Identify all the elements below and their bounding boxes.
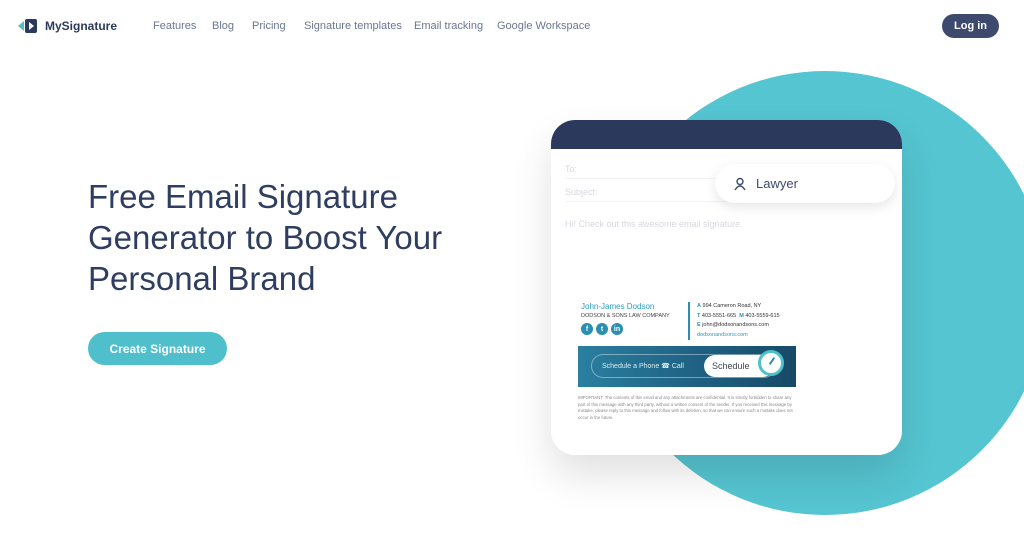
linkedin-icon: in [611, 323, 623, 335]
nav-signature-templates[interactable]: Signature templates [304, 20, 402, 32]
mobile: 403-5559-615 [745, 312, 780, 319]
user-icon [734, 177, 746, 190]
logo-icon [18, 19, 38, 33]
nav-google-workspace[interactable]: Google Workspace [497, 20, 590, 32]
twitter-icon: t [596, 323, 608, 335]
role-label: Lawyer [756, 176, 798, 191]
top-nav: MySignature Features Blog Pricing Signat… [0, 0, 1024, 52]
hero-title-line: Free Email Signature [88, 178, 398, 215]
signature-divider [688, 302, 690, 340]
hero-title-line: Generator to Boost Your [88, 219, 443, 256]
brand-name: MySignature [45, 19, 118, 33]
mobile-label: M [739, 312, 744, 319]
nav-pricing[interactable]: Pricing [252, 20, 286, 32]
facebook-icon: f [581, 323, 593, 335]
card-header [551, 120, 902, 149]
schedule-banner: Schedule a Phone ☎ Call Schedule [578, 346, 796, 387]
website: dodsonandsons.com [697, 331, 748, 338]
phone: 403-5551-665 [701, 312, 737, 319]
nav-blog[interactable]: Blog [212, 20, 234, 32]
email-label: E [697, 322, 701, 328]
email: john@dodsonandsons.com [702, 322, 769, 328]
logo[interactable]: MySignature [18, 19, 117, 33]
role-selector[interactable]: Lawyer [715, 164, 895, 203]
signature-contacts: A 994 Cameron Road, NY T 403-5551-665 M … [697, 302, 780, 340]
hero-title-line: Personal Brand [88, 260, 316, 297]
login-button[interactable]: Log in [942, 14, 999, 38]
phone-label: T [697, 312, 701, 319]
address-label: A [697, 303, 701, 309]
address: 994 Cameron Road, NY [702, 303, 762, 309]
disclaimer: IMPORTANT: The contents of this email an… [578, 395, 793, 420]
nav-features[interactable]: Features [153, 20, 196, 32]
clock-icon [758, 350, 784, 376]
email-body: Hi! Check out this awesome email signatu… [565, 219, 743, 229]
create-signature-button[interactable]: Create Signature [88, 332, 227, 365]
hero-title: Free Email Signature Generator to Boost … [88, 176, 528, 299]
nav-email-tracking[interactable]: Email tracking [414, 20, 483, 32]
